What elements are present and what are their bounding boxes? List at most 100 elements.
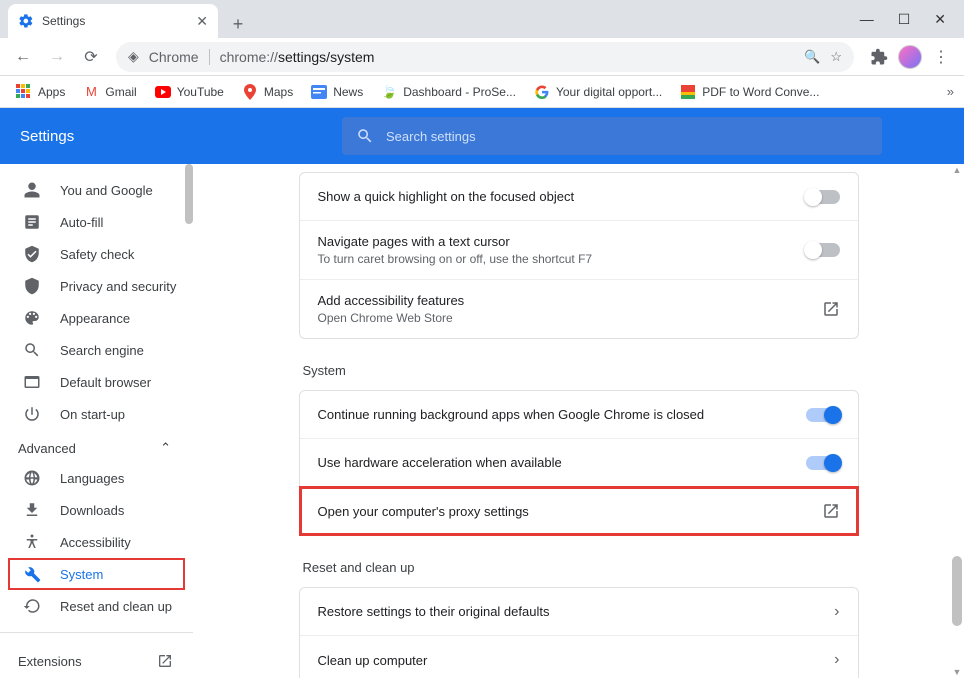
nav-system[interactable]: System [8,558,185,590]
rainbow-icon [680,84,696,100]
settings-search[interactable] [342,117,882,155]
profile-avatar[interactable] [898,45,922,69]
back-button[interactable]: ← [8,42,38,72]
bookmark-gmail[interactable]: MGmail [77,81,142,103]
wrench-icon [22,565,42,583]
bookmark-digital[interactable]: Your digital opport... [528,81,668,103]
window-controls: — ☐ ✕ [860,0,964,38]
row-proxy-settings[interactable]: Open your computer's proxy settings [300,487,858,535]
system-section-title: System [303,363,859,378]
bookmark-pdf[interactable]: PDF to Word Conve... [674,81,825,103]
url-origin: Chrome [149,49,210,65]
nav-accessibility[interactable]: Accessibility [0,526,193,558]
restore-icon [22,597,42,615]
toggle-background-apps[interactable] [806,408,840,422]
chevron-up-icon: ⌃ [160,440,171,456]
open-external-icon [822,502,840,520]
toolbar: ← → ⟳ ◈ Chrome chrome://settings/system … [0,38,964,76]
maximize-icon[interactable]: ☐ [898,11,911,28]
shield-check-icon [22,245,42,263]
tab-title: Settings [42,14,188,28]
main-panel: Show a quick highlight on the focused ob… [193,164,964,678]
zoom-icon[interactable]: 🔍 [804,49,820,65]
settings-search-input[interactable] [386,129,868,144]
forward-button[interactable]: → [42,42,72,72]
nav-privacy[interactable]: Privacy and security [0,270,193,302]
nav-you-and-google[interactable]: You and Google [0,174,193,206]
nav-advanced-toggle[interactable]: Advanced⌃ [0,430,193,462]
scroll-up-icon[interactable]: ▲ [952,164,962,176]
open-external-icon [157,653,173,669]
search-icon [22,341,42,359]
shield-icon [22,277,42,295]
extensions-button[interactable] [864,42,894,72]
reset-section-title: Reset and clean up [303,560,859,575]
close-window-icon[interactable]: ✕ [934,11,946,28]
nav-autofill[interactable]: Auto-fill [0,206,193,238]
bookmarks-overflow-icon[interactable]: » [947,84,954,99]
row-quick-highlight[interactable]: Show a quick highlight on the focused ob… [300,173,858,221]
person-icon [22,181,42,199]
accessibility-icon [22,533,42,551]
chevron-right-icon: › [834,651,839,669]
nav-search-engine[interactable]: Search engine [0,334,193,366]
globe-icon [22,469,42,487]
address-bar[interactable]: ◈ Chrome chrome://settings/system 🔍 ☆ [116,42,854,72]
browser-tab[interactable]: Settings ✕ [8,4,218,38]
palette-icon [22,309,42,327]
accessibility-card: Show a quick highlight on the focused ob… [299,172,859,339]
gmail-icon: M [83,84,99,100]
search-icon [356,127,374,145]
nav-downloads[interactable]: Downloads [0,494,193,526]
main-scrollbar[interactable]: ▲ ▼ [952,164,962,678]
row-caret-browsing[interactable]: Navigate pages with a text cursorTo turn… [300,221,858,280]
toggle-caret-browsing[interactable] [806,243,840,257]
nav-default-browser[interactable]: Default browser [0,366,193,398]
row-hardware-accel[interactable]: Use hardware acceleration when available [300,439,858,487]
reset-card: Restore settings to their original defau… [299,587,859,678]
leaf-icon: 🍃 [381,84,397,100]
chevron-right-icon: › [834,603,839,621]
toggle-hardware-accel[interactable] [806,456,840,470]
tab-strip: Settings ✕ + — ☐ ✕ [0,0,964,38]
gear-icon [18,13,34,29]
toggle-quick-highlight[interactable] [806,190,840,204]
row-background-apps[interactable]: Continue running background apps when Go… [300,391,858,439]
minimize-icon[interactable]: — [860,11,874,27]
youtube-icon [155,84,171,100]
nav-reset[interactable]: Reset and clean up [0,590,193,622]
google-icon [534,84,550,100]
star-icon[interactable]: ☆ [830,49,842,65]
nav-startup[interactable]: On start-up [0,398,193,430]
settings-brand: Settings [0,128,260,145]
new-tab-button[interactable]: + [224,10,252,38]
sidebar-scrollbar[interactable] [185,164,193,224]
url-text: chrome://settings/system [220,49,375,65]
scroll-down-icon[interactable]: ▼ [952,666,962,678]
open-external-icon [822,300,840,318]
news-icon [311,84,327,100]
reload-button[interactable]: ⟳ [76,42,106,72]
apps-icon [16,84,32,100]
nav-extensions[interactable]: Extensions [0,643,193,675]
menu-button[interactable]: ⋮ [926,42,956,72]
sidebar: You and Google Auto-fill Safety check Pr… [0,164,193,678]
row-cleanup[interactable]: Clean up computer › [300,636,858,678]
bookmark-maps[interactable]: Maps [236,81,299,103]
row-restore-defaults[interactable]: Restore settings to their original defau… [300,588,858,636]
row-add-accessibility[interactable]: Add accessibility featuresOpen Chrome We… [300,280,858,338]
power-icon [22,405,42,423]
tab-close-icon[interactable]: ✕ [196,13,208,30]
autofill-icon [22,213,42,231]
maps-icon [242,84,258,100]
bookmark-dashboard[interactable]: 🍃Dashboard - ProSe... [375,81,522,103]
system-card: Continue running background apps when Go… [299,390,859,536]
nav-appearance[interactable]: Appearance [0,302,193,334]
nav-languages[interactable]: Languages [0,462,193,494]
bookmark-youtube[interactable]: YouTube [149,81,230,103]
nav-safety-check[interactable]: Safety check [0,238,193,270]
site-info-icon[interactable]: ◈ [128,48,139,65]
bookmark-apps[interactable]: Apps [10,81,71,103]
bookmark-news[interactable]: News [305,81,369,103]
download-icon [22,501,42,519]
